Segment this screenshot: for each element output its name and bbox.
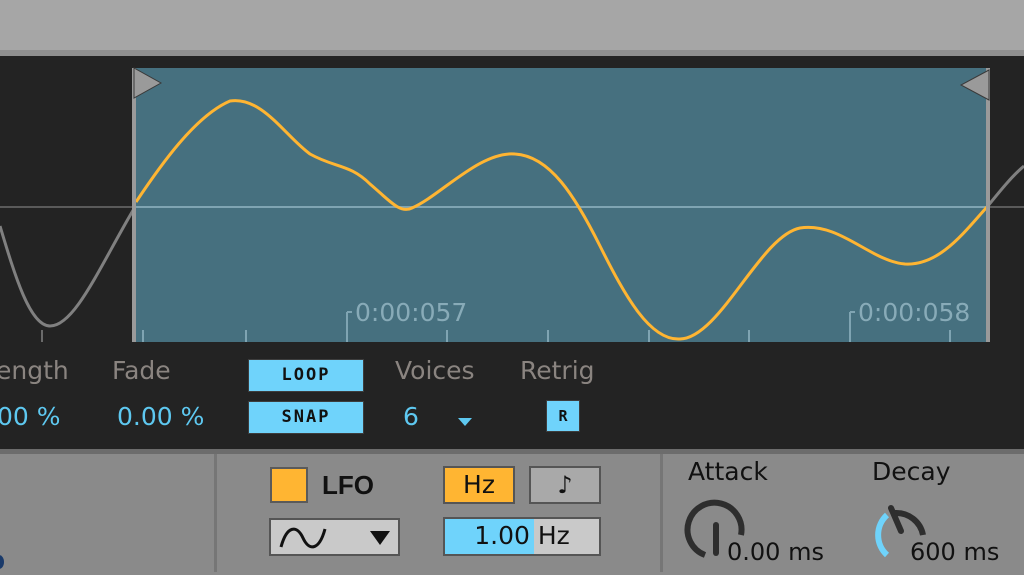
decay-value[interactable]: 600 ms — [910, 538, 999, 566]
decay-knob-fill — [875, 512, 890, 558]
divider — [660, 454, 663, 572]
retrig-button[interactable]: R — [546, 400, 580, 432]
length-value[interactable]: 00 % — [0, 402, 61, 431]
sample-editor-panel: 0:00:057 0:00:058 ength 00 % Fade 0.00 %… — [0, 56, 1024, 449]
fade-value[interactable]: 0.00 % — [117, 402, 204, 431]
voices-label: Voices — [395, 356, 475, 385]
lfo-enable-toggle[interactable] — [270, 467, 308, 503]
voices-dropdown-arrow-icon[interactable] — [458, 418, 472, 426]
time-marker-058: 0:00:058 — [858, 298, 971, 327]
waveform-outside-left — [0, 206, 137, 328]
lfo-label: LFO — [322, 470, 374, 500]
modulation-panel-edge — [0, 449, 1024, 454]
waveform-outside-right — [985, 164, 1024, 208]
rate-mode-hz-button[interactable]: Hz — [443, 466, 515, 504]
music-note-icon: ♪ — [557, 471, 573, 499]
lfo-shape-select[interactable] — [269, 518, 400, 556]
dropdown-arrow-icon — [370, 531, 390, 545]
top-bar — [0, 0, 1024, 50]
attack-label: Attack — [688, 457, 768, 486]
fade-label: Fade — [112, 356, 171, 385]
attack-value[interactable]: 0.00 ms — [727, 538, 824, 566]
rate-mode-sync-button[interactable]: ♪ — [529, 466, 601, 504]
loop-button[interactable]: LOOP — [248, 359, 364, 392]
decay-label: Decay — [872, 457, 951, 486]
retrig-label: Retrig — [520, 356, 595, 385]
divider — [214, 454, 217, 572]
time-marker-057: 0:00:057 — [355, 298, 468, 327]
length-label: ength — [0, 356, 69, 385]
voices-value[interactable]: 6 — [403, 402, 419, 431]
sampler-device: 0:00:057 0:00:058 ength 00 % Fade 0.00 %… — [0, 0, 1024, 575]
sine-wave-icon — [279, 527, 327, 549]
lfo-rate-field[interactable]: 1.00 Hz — [443, 517, 601, 556]
lfo-rate-value: 1.00 Hz — [474, 521, 570, 550]
waveform-display[interactable]: 0:00:057 0:00:058 — [0, 56, 1024, 346]
snap-button[interactable]: SNAP — [248, 401, 364, 434]
